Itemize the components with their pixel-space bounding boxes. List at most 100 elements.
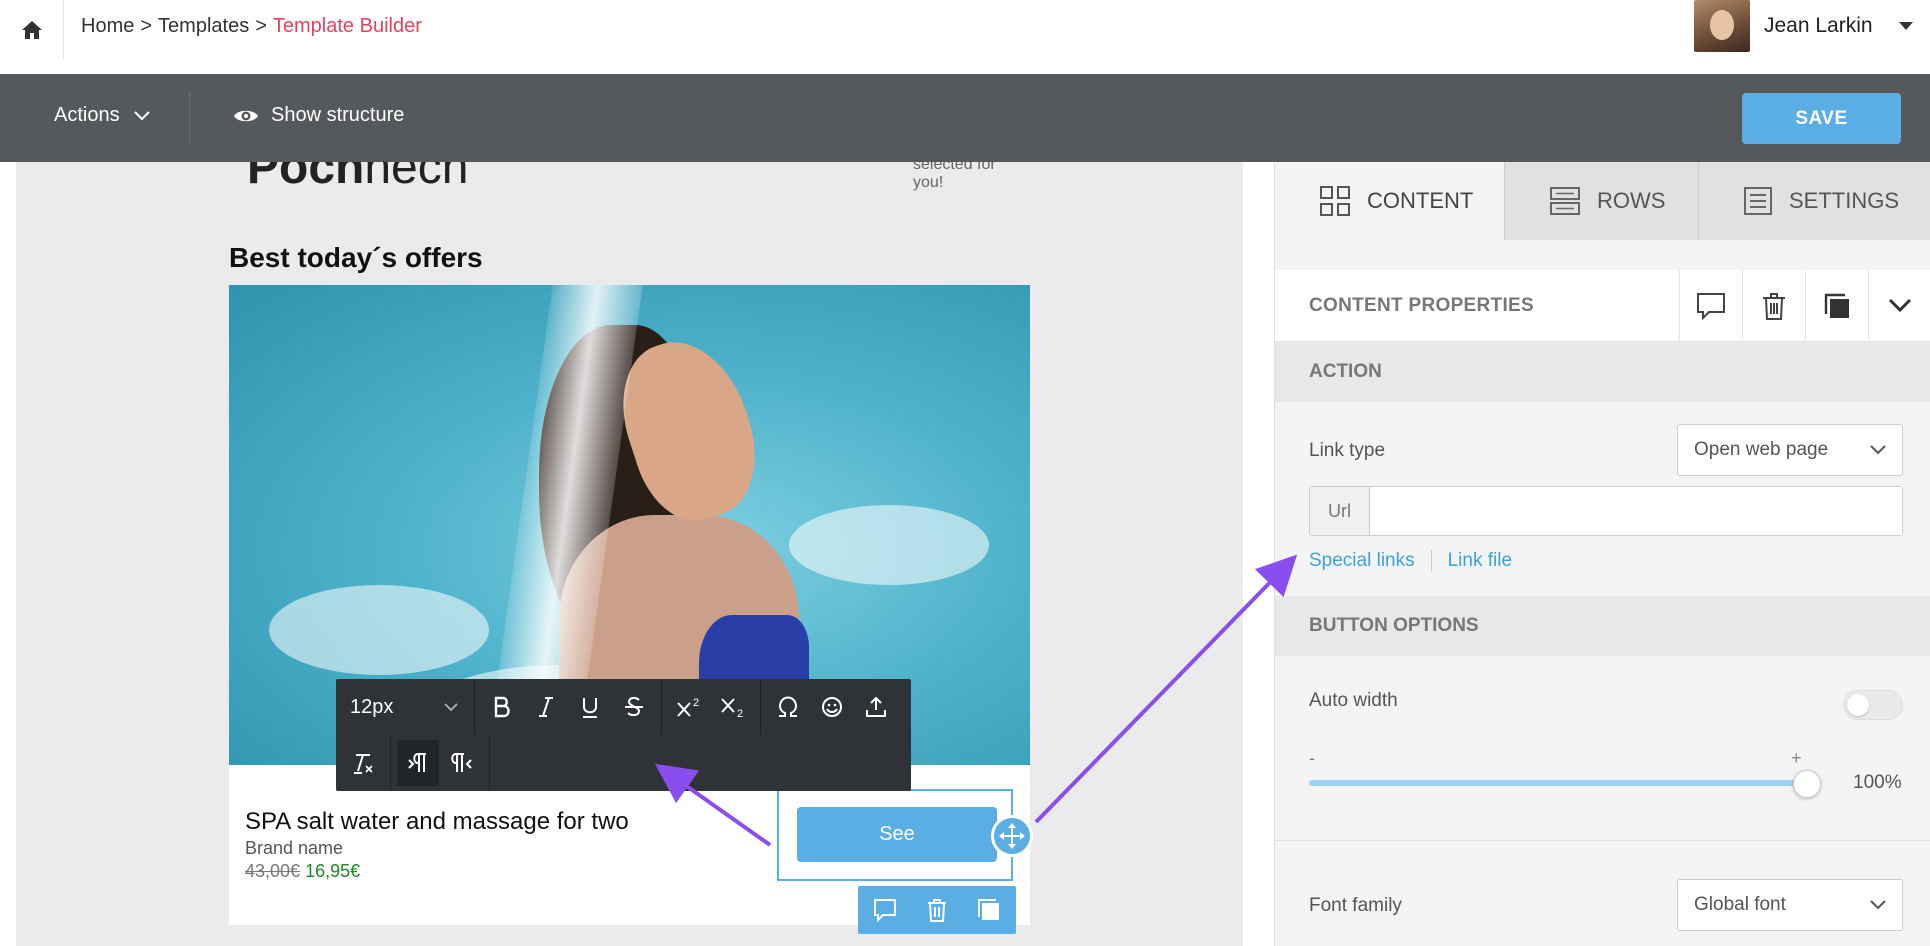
font-size-select[interactable]: 12px bbox=[340, 684, 468, 730]
insert-merge-tag-button[interactable] bbox=[855, 684, 897, 730]
price-line: 43,00€ 16,95€ bbox=[245, 861, 360, 882]
duplicate-button[interactable] bbox=[1805, 269, 1868, 342]
slider-minus: - bbox=[1309, 748, 1315, 768]
save-button[interactable]: SAVE bbox=[1742, 93, 1901, 144]
content-properties-header: CONTENT PROPERTIES bbox=[1275, 269, 1930, 342]
brand-name[interactable]: Brand name bbox=[245, 838, 343, 859]
toolbar-divider bbox=[189, 92, 190, 144]
chevron-down-icon bbox=[1870, 900, 1886, 910]
link-file-link[interactable]: Link file bbox=[1448, 550, 1512, 572]
actions-dropdown[interactable]: Actions bbox=[54, 104, 150, 127]
tab-settings-label: SETTINGS bbox=[1789, 188, 1900, 213]
action-section-header: ACTION bbox=[1275, 342, 1930, 402]
delete-button[interactable] bbox=[1742, 269, 1805, 342]
editor-toolbar: Actions Show structure bbox=[0, 74, 1930, 162]
italic-button[interactable] bbox=[525, 684, 567, 730]
font-size-group: 12px bbox=[336, 679, 475, 735]
format-group bbox=[475, 679, 662, 735]
breadcrumb-current: Template Builder bbox=[272, 15, 422, 37]
collapse-button[interactable] bbox=[1868, 269, 1930, 342]
trash-icon[interactable] bbox=[925, 897, 949, 923]
selected-button-block[interactable]: See bbox=[777, 789, 1033, 881]
offers-heading[interactable]: Best today´s offers bbox=[229, 242, 483, 274]
tab-settings[interactable]: SETTINGS bbox=[1699, 162, 1930, 240]
move-handle[interactable] bbox=[991, 815, 1033, 857]
auto-width-toggle[interactable] bbox=[1843, 690, 1903, 720]
comment-button[interactable] bbox=[1679, 269, 1742, 342]
rte-row-1: 12px 2 2 bbox=[336, 679, 911, 735]
breadcrumb-templates[interactable]: Templates bbox=[158, 15, 249, 38]
emoji-button[interactable] bbox=[811, 684, 853, 730]
top-bar: Home > Templates > Template Builder Jean… bbox=[0, 0, 1930, 74]
tab-content[interactable]: CONTENT bbox=[1275, 162, 1505, 240]
content-properties: CONTENT PROPERTIES ACTION Link type Open… bbox=[1275, 269, 1930, 941]
settings-list-icon bbox=[1744, 187, 1772, 215]
comment-icon[interactable] bbox=[872, 897, 898, 923]
see-button[interactable]: See bbox=[797, 807, 997, 862]
chevron-down-icon bbox=[1870, 445, 1886, 455]
properties-panel: CONTENT ROWS SETTINGS CONTENT PROPERTIES bbox=[1274, 162, 1930, 946]
logo-bold: Poch bbox=[247, 162, 365, 194]
auto-width-label: Auto width bbox=[1309, 690, 1398, 711]
clear-group bbox=[336, 735, 391, 791]
underline-button[interactable] bbox=[569, 684, 611, 730]
url-addon: Url bbox=[1310, 487, 1370, 535]
rtl-button[interactable] bbox=[441, 740, 483, 786]
old-price: 43,00€ bbox=[245, 861, 301, 881]
url-input[interactable] bbox=[1370, 487, 1902, 535]
show-structure-label: Show structure bbox=[271, 104, 405, 126]
duplicate-icon[interactable] bbox=[976, 897, 1002, 923]
water-foam bbox=[789, 505, 989, 585]
link-type-select[interactable]: Open web page bbox=[1677, 424, 1903, 476]
font-family-select[interactable]: Global font bbox=[1677, 879, 1903, 931]
italic-icon bbox=[539, 697, 553, 717]
font-size-value: 12px bbox=[350, 695, 394, 718]
tab-rows-label: ROWS bbox=[1597, 188, 1666, 213]
product-name[interactable]: SPA salt water and massage for two bbox=[245, 808, 629, 836]
special-char-button[interactable] bbox=[767, 684, 809, 730]
strikethrough-button[interactable] bbox=[613, 684, 655, 730]
smiley-icon bbox=[822, 697, 842, 717]
new-price: 16,95€ bbox=[305, 861, 361, 881]
bold-icon bbox=[494, 696, 510, 718]
font-family-value: Global font bbox=[1694, 894, 1786, 915]
upload-icon bbox=[866, 696, 886, 717]
strikethrough-icon bbox=[625, 696, 643, 717]
home-button[interactable] bbox=[0, 0, 64, 60]
avatar bbox=[1694, 0, 1750, 52]
duplicate-icon bbox=[1824, 293, 1849, 318]
superscript-button[interactable]: 2 bbox=[668, 684, 710, 730]
subscript-button[interactable]: 2 bbox=[712, 684, 754, 730]
url-row: Url Special links Link file bbox=[1275, 486, 1930, 596]
show-structure-button[interactable]: Show structure bbox=[233, 104, 404, 127]
breadcrumb-home[interactable]: Home bbox=[81, 15, 134, 38]
chevron-down-icon bbox=[133, 110, 150, 120]
url-input-group: Url bbox=[1309, 486, 1903, 536]
comment-icon bbox=[1697, 292, 1725, 320]
bold-button[interactable] bbox=[481, 684, 523, 730]
width-slider-thumb[interactable] bbox=[1793, 770, 1821, 798]
clear-format-button[interactable] bbox=[342, 740, 384, 786]
rich-text-toolbar: 12px 2 2 bbox=[336, 679, 911, 791]
width-slider-row: - + 100% bbox=[1275, 744, 1930, 840]
link-type-row: Link type Open web page bbox=[1275, 414, 1930, 486]
caret-down-icon bbox=[1898, 22, 1913, 30]
underline-icon bbox=[583, 698, 597, 718]
user-menu[interactable]: Jean Larkin bbox=[1694, 0, 1913, 52]
email-template: Pochhech selected for you! Best today´s … bbox=[229, 162, 1033, 946]
panel-tabs: CONTENT ROWS SETTINGS bbox=[1275, 162, 1930, 240]
ltr-button[interactable] bbox=[397, 740, 439, 786]
button-options-section-header: BUTTON OPTIONS bbox=[1275, 596, 1930, 656]
user-name: Jean Larkin bbox=[1764, 14, 1873, 37]
rte-row-2 bbox=[336, 735, 490, 791]
width-slider-track[interactable] bbox=[1309, 780, 1807, 786]
eye-icon bbox=[234, 110, 258, 121]
logo-tagline: selected for you! bbox=[913, 162, 996, 191]
divider bbox=[1275, 840, 1930, 841]
tab-rows[interactable]: ROWS bbox=[1505, 162, 1699, 240]
water-foam bbox=[269, 585, 489, 675]
script-group: 2 2 bbox=[662, 679, 761, 735]
svg-text:2: 2 bbox=[693, 697, 699, 709]
special-links-link[interactable]: Special links bbox=[1309, 550, 1415, 572]
font-family-label: Font family bbox=[1309, 895, 1402, 916]
